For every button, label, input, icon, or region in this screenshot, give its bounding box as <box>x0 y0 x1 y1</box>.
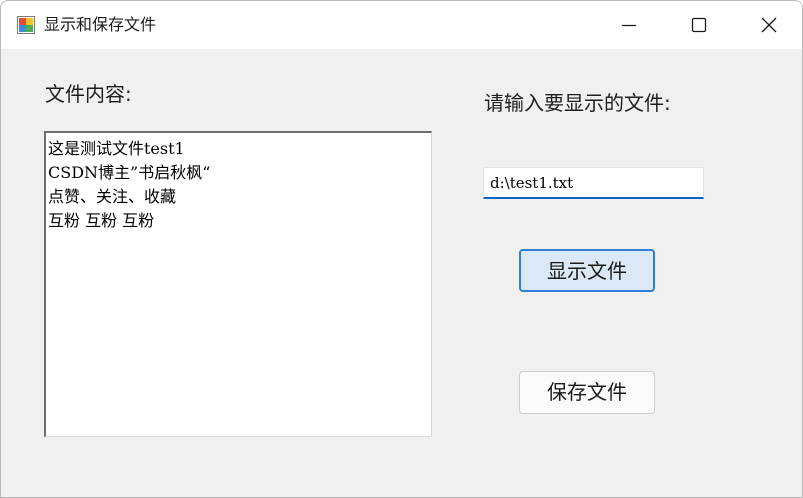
maximize-icon <box>691 17 707 33</box>
minimize-button[interactable] <box>594 1 664 49</box>
close-icon <box>761 17 777 33</box>
file-content-label: 文件内容: <box>45 82 132 106</box>
content-line: 这是测试文件test1 <box>48 139 185 158</box>
file-path-prompt-label: 请输入要显示的文件: <box>484 91 671 115</box>
content-line: 点赞、关注、收藏 <box>48 187 177 206</box>
file-path-input[interactable]: d:\test1.txt <box>483 167 704 199</box>
winforms-app-icon <box>17 16 35 34</box>
title-bar[interactable]: 显示和保存文件 <box>1 1 802 49</box>
content-line: CSDN博主”书启秋枫“ <box>48 163 211 182</box>
window-title: 显示和保存文件 <box>44 15 157 34</box>
maximize-button[interactable] <box>664 1 734 49</box>
content-line: 互粉 互粉 互粉 <box>48 211 155 230</box>
app-window: 显示和保存文件 文件内容: 这是测试文件test1 CSDN博主”书启秋枫“ 点… <box>0 0 803 498</box>
close-button[interactable] <box>734 1 802 49</box>
save-file-button[interactable]: 保存文件 <box>519 371 655 414</box>
file-content-textarea[interactable]: 这是测试文件test1 CSDN博主”书启秋枫“ 点赞、关注、收藏 互粉 互粉 … <box>44 131 432 437</box>
show-file-button[interactable]: 显示文件 <box>519 249 655 292</box>
minimize-icon <box>622 24 636 27</box>
